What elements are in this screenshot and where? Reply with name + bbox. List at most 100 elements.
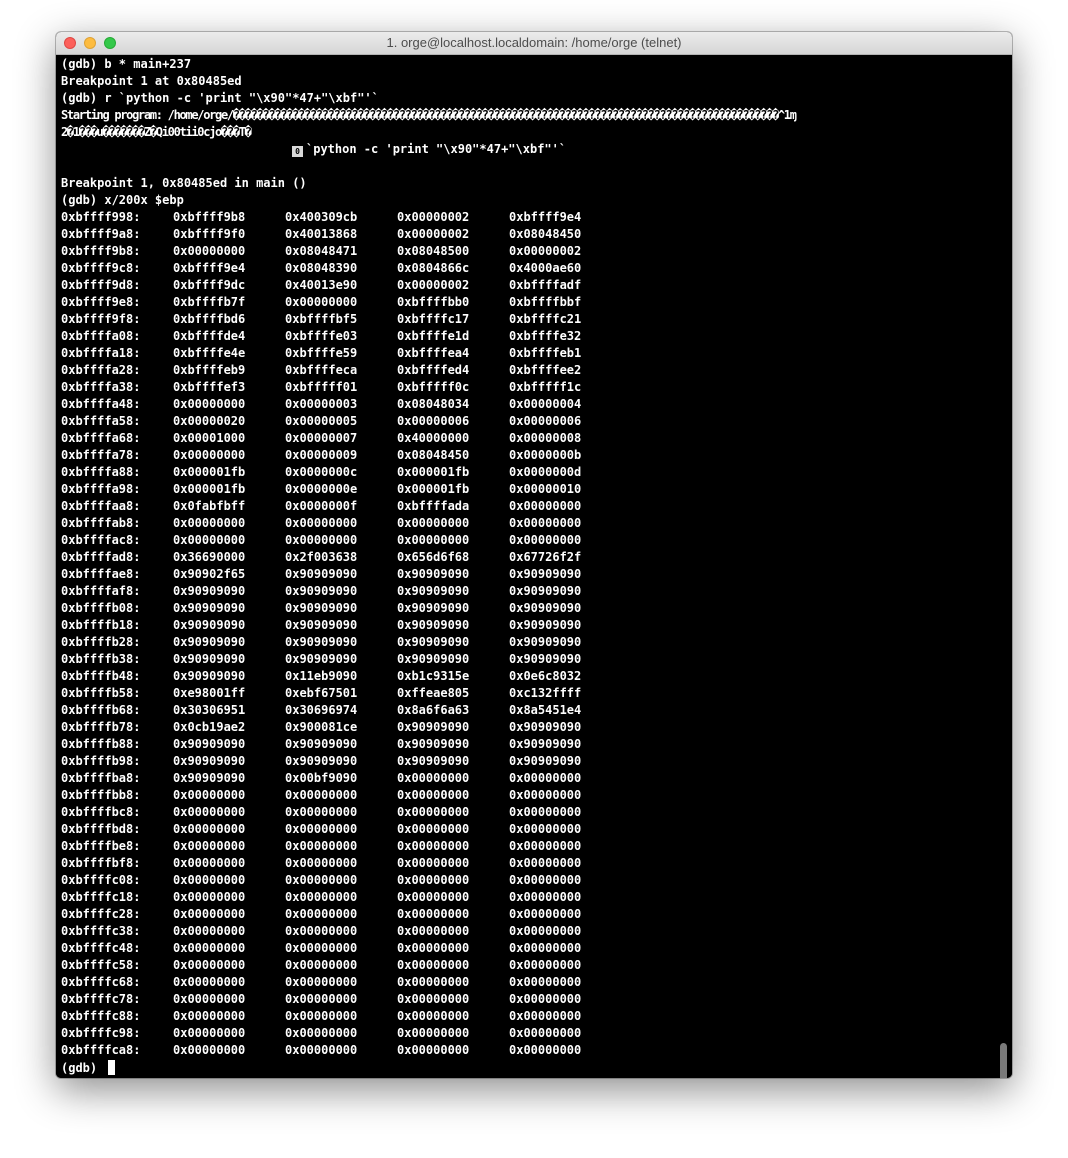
memory-word: 0x00000000: [173, 1026, 246, 1040]
memory-word: 0x00000000: [509, 805, 582, 819]
memory-word: 0x30696974: [285, 703, 358, 717]
memory-word: 0x00000000: [397, 516, 470, 530]
memory-word: 0x30306951: [173, 703, 246, 717]
memory-word: 0x90909090: [397, 584, 470, 598]
memory-word: 0x90909090: [509, 737, 582, 751]
memory-word: 0x00000000: [509, 992, 582, 1006]
memory-word: 0x00000000: [285, 1009, 358, 1023]
memory-word: 0x00000000: [285, 822, 358, 836]
memory-address: 0xbffffae8:: [61, 567, 141, 581]
memory-word: 0x00000002: [397, 278, 470, 292]
memory-word: 0x00000000: [173, 992, 246, 1006]
memory-word: 0x00000000: [173, 924, 246, 938]
memory-word: 0xbffffc21: [509, 312, 582, 326]
memory-word: 0x0e6c8032: [509, 669, 582, 683]
memory-address: 0xbffffc58:: [61, 958, 141, 972]
memory-address: 0xbffffa58:: [61, 414, 141, 428]
memory-word: 0x90909090: [509, 618, 582, 632]
memory-word: 0xbffffe4e: [173, 346, 246, 360]
gdb-prompt-line[interactable]: (gdb): [61, 1060, 116, 1077]
memory-address: 0xbffffbf8:: [61, 856, 141, 870]
memory-word: 0x00000000: [397, 907, 470, 921]
memory-word: 0xbffffeca: [285, 363, 358, 377]
memory-word: 0x90909090: [509, 754, 582, 768]
memory-word: 0xbffffe59: [285, 346, 358, 360]
memory-word: 0xbffffea4: [397, 346, 470, 360]
memory-word: 0x00000000: [509, 1009, 582, 1023]
memory-address: 0xbffffb48:: [61, 669, 141, 683]
memory-word: 0x0000000c: [285, 465, 358, 479]
memory-address: 0xbffffc68:: [61, 975, 141, 989]
memory-word: 0x00000000: [173, 1043, 246, 1057]
memory-word: 0x00000000: [397, 873, 470, 887]
terminal-content[interactable]: (gdb) b * main+237 Breakpoint 1 at 0x804…: [56, 55, 1012, 1078]
memory-address: 0xbffffaf8:: [61, 584, 141, 598]
memory-address: 0xbffff9f8:: [61, 312, 141, 326]
memory-word: 0x00000000: [509, 975, 582, 989]
memory-word: 0x00000000: [285, 516, 358, 530]
memory-word: 0x90909090: [509, 567, 582, 581]
memory-address: 0xbffffc28:: [61, 907, 141, 921]
memory-word: 0x00000000: [285, 873, 358, 887]
memory-address: 0xbffffbc8:: [61, 805, 141, 819]
memory-word: 0x900081ce: [285, 720, 358, 734]
memory-word: 0x08048034: [397, 397, 470, 411]
memory-word: 0xbffffee2: [509, 363, 582, 377]
memory-address: 0xbffffa88:: [61, 465, 141, 479]
gdb-prompt: (gdb): [61, 1061, 105, 1075]
memory-address: 0xbffff9c8:: [61, 261, 141, 275]
memory-word: 0x00000000: [285, 533, 358, 547]
memory-address: 0xbffffb18:: [61, 618, 141, 632]
memory-word: 0x00000000: [397, 924, 470, 938]
memory-address: 0xbffff9d8:: [61, 278, 141, 292]
memory-word: 0x00000000: [509, 1026, 582, 1040]
memory-address: 0xbffffb08:: [61, 601, 141, 615]
memory-word: 0xb1c9315e: [397, 669, 470, 683]
memory-word: 0x00000000: [509, 499, 582, 513]
memory-address: 0xbffffb88:: [61, 737, 141, 751]
memory-address: 0xbffffb98:: [61, 754, 141, 768]
memory-address: 0xbffffa78:: [61, 448, 141, 462]
memory-word: 0xbffffc17: [397, 312, 470, 326]
memory-word: 0x00000000: [509, 533, 582, 547]
memory-word: 0x00000000: [173, 941, 246, 955]
memory-word: 0xbffffde4: [173, 329, 246, 343]
memory-word: 0x90909090: [397, 567, 470, 581]
gdb-command-run: (gdb) r `python -c 'print "\x90"*47+"\xb…: [61, 91, 379, 105]
memory-word: 0x00000000: [397, 1009, 470, 1023]
memory-word: 0x90909090: [173, 754, 246, 768]
memory-word: 0x00000000: [509, 907, 582, 921]
memory-word: 0x90909090: [397, 754, 470, 768]
memory-word: 0x00000000: [173, 856, 246, 870]
memory-word: 0x40013e90: [285, 278, 358, 292]
memory-word: 0x40013868: [285, 227, 358, 241]
memory-word: 0x00000000: [509, 516, 582, 530]
memory-word: 0xbffffe03: [285, 329, 358, 343]
memory-word: 0x00000009: [285, 448, 358, 462]
memory-word: 0x00000000: [285, 958, 358, 972]
memory-address: 0xbffffc78:: [61, 992, 141, 1006]
memory-word: 0xbffffbf5: [285, 312, 358, 326]
memory-word: 0xbffffe32: [509, 329, 582, 343]
memory-word: 0x90909090: [397, 618, 470, 632]
memory-word: 0xbffffadf: [509, 278, 582, 292]
title-bar[interactable]: 1. orge@localhost.localdomain: /home/org…: [56, 32, 1012, 55]
memory-word: 0xbffff9e4: [173, 261, 246, 275]
memory-word: 0x00000000: [397, 992, 470, 1006]
memory-word: 0x000001fb: [173, 482, 246, 496]
vertical-scrollbar[interactable]: [1000, 1043, 1007, 1078]
memory-word: 0x00000000: [397, 1026, 470, 1040]
memory-word: 0x00000000: [173, 448, 246, 462]
memory-word: 0x00000000: [285, 907, 358, 921]
memory-address: 0xbffffc98:: [61, 1026, 141, 1040]
command-echo-text: `python -c 'print "\x90"*47+"\xbf"'`: [306, 142, 567, 156]
memory-word: 0x00bf9090: [285, 771, 358, 785]
memory-word: 0x00000000: [285, 856, 358, 870]
memory-word: 0x00000000: [509, 822, 582, 836]
memory-word: 0x00000000: [397, 788, 470, 802]
memory-address: 0xbffffa28:: [61, 363, 141, 377]
memory-word: 0x4000ae60: [509, 261, 582, 275]
memory-address: 0xbffffc08:: [61, 873, 141, 887]
memory-word: 0x00000005: [285, 414, 358, 428]
memory-word: 0x00000000: [285, 924, 358, 938]
